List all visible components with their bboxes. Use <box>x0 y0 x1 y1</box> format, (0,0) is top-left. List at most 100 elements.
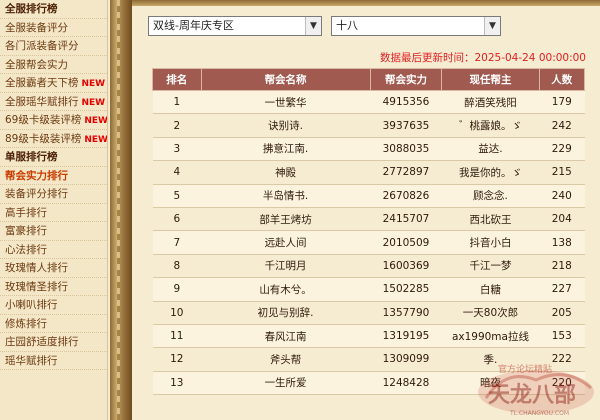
sidebar-item-label: 小喇叭排行 <box>5 299 58 311</box>
server-select[interactable]: 十八 ▼ <box>331 16 501 36</box>
table-row: 7 远赴人间 2010509 抖音小白 138 <box>152 230 585 255</box>
table-row: 10 初见与别辞. 1357790 一天80次郎 205 <box>152 301 585 325</box>
cell-leader: 千江一梦 <box>441 254 540 279</box>
cell-rank: 5 <box>152 184 202 208</box>
table-row: 2 诀别诗. 3937635 ゛桃露娘。ゞ 242 <box>152 113 585 138</box>
cell-guild-power: 3937635 <box>370 113 442 138</box>
cell-guild-power: 2772897 <box>370 160 442 185</box>
cell-rank: 4 <box>152 160 202 185</box>
cell-member-count: 153 <box>539 324 585 349</box>
sidebar-item-label: 玫瑰情圣排行 <box>5 280 68 293</box>
cell-guild-name: 远赴人间 <box>201 230 371 255</box>
table-row: 13 一生所爱 1248428 暗夜 220 <box>152 371 585 396</box>
cell-rank: 3 <box>152 137 202 162</box>
cell-leader: 顾念念. <box>441 184 540 208</box>
sidebar-item-label: 高手排行 <box>5 206 47 219</box>
sidebar-item[interactable]: 庄园舒适度排行 <box>0 333 107 352</box>
sidebar-item[interactable]: 69级卡级装评榜 NEW <box>0 111 107 130</box>
cell-rank: 11 <box>152 324 202 349</box>
cell-guild-power: 1357790 <box>370 301 442 325</box>
cell-member-count: 222 <box>539 347 585 372</box>
cell-guild-name: 神殿 <box>201 160 371 185</box>
cell-member-count: 215 <box>539 160 585 185</box>
table-row: 1 一世繁华 4915356 醉酒笑残阳 179 <box>152 90 585 115</box>
cell-rank: 9 <box>152 277 202 302</box>
cell-guild-power: 2010509 <box>370 230 442 255</box>
cell-rank: 6 <box>152 207 202 232</box>
chevron-down-icon: ▼ <box>484 17 500 35</box>
cell-rank: 12 <box>152 347 202 372</box>
cell-leader: ゛桃露娘。ゞ <box>441 113 540 138</box>
sidebar-item-label: 修炼排行 <box>5 317 47 330</box>
cell-rank: 10 <box>152 301 202 325</box>
cell-rank: 7 <box>152 230 202 255</box>
sidebar-item-label: 单服排行榜 <box>5 151 58 163</box>
table-row: 5 半岛情书. 2670826 顾念念. 240 <box>152 184 585 208</box>
sidebar-item[interactable]: 玫瑰情圣排行 <box>0 278 107 296</box>
cell-leader: 醉酒笑残阳 <box>441 90 540 115</box>
sidebar-item-label: 富豪排行 <box>5 225 47 237</box>
cell-member-count: 205 <box>539 301 585 325</box>
sidebar-item-label: 全服瑶华赋排行 <box>5 95 79 108</box>
cell-member-count: 218 <box>539 254 585 279</box>
server-group-select[interactable]: 双线-周年庆专区 ▼ <box>148 16 322 36</box>
new-badge: NEW <box>81 79 106 89</box>
cell-guild-name: 千江明月 <box>201 254 371 279</box>
cell-guild-power: 4915356 <box>370 90 442 115</box>
cell-guild-name: 山有木兮。 <box>201 277 371 302</box>
cell-guild-name: 诀别诗. <box>201 113 371 138</box>
table-row: 8 千江明月 1600369 千江一梦 218 <box>152 254 585 279</box>
sidebar-item[interactable]: 富豪排行 <box>0 222 107 241</box>
sidebar-section-header: 全服排行榜 <box>0 0 107 19</box>
new-badge: NEW <box>84 116 107 126</box>
cell-guild-power: 1248428 <box>370 371 442 396</box>
table-row: 9 山有木兮。 1502285 白糖 227 <box>152 277 585 302</box>
cell-member-count: 220 <box>539 371 585 396</box>
cell-guild-name: 半岛情书. <box>201 184 371 208</box>
sidebar-item-label: 心法排行 <box>5 243 47 256</box>
sidebar-item[interactable]: 玫瑰情人排行 <box>0 259 107 278</box>
cell-guild-power: 1319195 <box>370 324 442 349</box>
sidebar-item-label: 瑶华赋排行 <box>5 354 58 367</box>
cell-guild-power: 2415707 <box>370 207 442 232</box>
sidebar-item[interactable]: 修炼排行 <box>0 315 107 333</box>
sidebar-item[interactable]: 各门派装备评分 <box>0 37 107 56</box>
sidebar-item[interactable]: 全服装备评分 <box>0 19 107 37</box>
sidebar-item[interactable]: 89级卡级装评榜 NEW <box>0 130 107 148</box>
cell-guild-power: 3088035 <box>370 137 442 162</box>
cell-rank: 1 <box>152 90 202 115</box>
table-row: 6 部羊王烤坊 2415707 西北砍王 204 <box>152 207 585 232</box>
table-header-row: 排名 帮会名称 帮会实力 现任帮主 人数 <box>152 68 586 91</box>
cell-guild-power: 1309099 <box>370 347 442 372</box>
sidebar-item-label: 全服霸者天下榜 <box>5 77 79 89</box>
cell-member-count: 204 <box>539 207 585 232</box>
sidebar-item[interactable]: 帮会实力排行 <box>0 167 107 185</box>
cell-guild-name: 一世繁华 <box>201 90 371 115</box>
cell-member-count: 179 <box>539 90 585 115</box>
cell-leader: 西北砍王 <box>441 207 540 232</box>
header-leader: 现任帮主 <box>441 68 540 91</box>
cell-leader: 一天80次郎 <box>441 301 540 325</box>
cell-rank: 13 <box>152 371 202 396</box>
sidebar-item[interactable]: 全服帮会实力 <box>0 56 107 74</box>
cell-guild-power: 1600369 <box>370 254 442 279</box>
new-badge: NEW <box>81 97 106 108</box>
sidebar-item[interactable]: 全服瑶华赋排行 NEW <box>0 93 107 111</box>
header-guild-power: 帮会实力 <box>369 68 443 91</box>
cell-leader: 我是你的。ゞ <box>441 160 540 185</box>
sidebar-item-label: 装备评分排行 <box>5 188 68 200</box>
sidebar-item[interactable]: 心法排行 <box>0 241 107 259</box>
sidebar-item[interactable]: 小喇叭排行 <box>0 296 107 315</box>
sidebar-item[interactable]: 高手排行 <box>0 204 107 222</box>
sidebar-item[interactable]: 全服霸者天下榜 NEW <box>0 74 107 93</box>
sidebar-item-label: 89级卡级装评榜 <box>5 132 82 145</box>
cell-member-count: 229 <box>539 137 585 162</box>
header-member-count: 人数 <box>538 68 586 91</box>
sidebar-item[interactable]: 装备评分排行 <box>0 185 107 204</box>
server-group-value: 双线-周年庆专区 <box>153 19 234 32</box>
sidebar-item[interactable]: 瑶华赋排行 <box>0 352 107 370</box>
header-rank: 排名 <box>152 68 202 91</box>
cell-guild-name: 一生所爱 <box>201 371 371 396</box>
sidebar-section-header: 单服排行榜 <box>0 148 107 167</box>
table-row: 11 春风江南 1319195 ax1990ma拉线 153 <box>152 324 585 349</box>
